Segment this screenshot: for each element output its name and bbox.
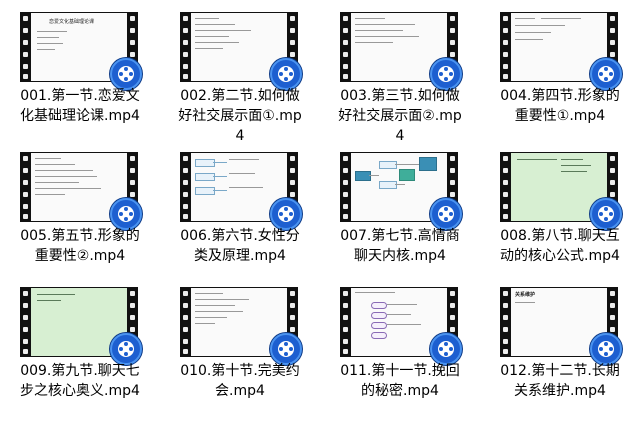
file-name: 008.第八节.聊天互动的核心公式.mp4 bbox=[500, 228, 620, 264]
video-thumbnail[interactable] bbox=[180, 12, 302, 90]
file-name: 003.第三节.如何做好社交展示面②.mp4 bbox=[338, 88, 462, 144]
file-item[interactable]: 010.第十节.完美约会.mp4 bbox=[160, 275, 320, 415]
video-thumbnail[interactable] bbox=[500, 12, 622, 90]
video-thumbnail[interactable]: 恋爱文化基础理论课 bbox=[20, 12, 142, 90]
file-item[interactable]: 002.第二节.如何做好社交展示面①.mp4 bbox=[160, 0, 320, 144]
video-thumbnail[interactable] bbox=[180, 152, 302, 230]
file-name: 005.第五节.形象的重要性②.mp4 bbox=[20, 228, 140, 264]
video-thumbnail[interactable] bbox=[20, 152, 142, 230]
file-name: 006.第六节.女性分类及原理.mp4 bbox=[180, 228, 300, 264]
file-name: 004.第四节.形象的重要性①.mp4 bbox=[500, 88, 620, 124]
file-grid: 恋爱文化基础理论课 001.第一节.恋爱文化基础理论课.mp4 002.第二节.… bbox=[0, 0, 640, 421]
file-item[interactable]: 003.第三节.如何做好社交展示面②.mp4 bbox=[320, 0, 480, 144]
file-name: 001.第一节.恋爱文化基础理论课.mp4 bbox=[20, 88, 140, 124]
video-thumbnail[interactable] bbox=[340, 287, 462, 365]
file-item[interactable]: 005.第五节.形象的重要性②.mp4 bbox=[0, 140, 160, 280]
video-thumbnail[interactable] bbox=[340, 12, 462, 90]
file-item[interactable]: 007.第七节.高情商聊天内核.mp4 bbox=[320, 140, 480, 280]
file-name: 009.第九节.聊天七步之核心奥义.mp4 bbox=[20, 363, 140, 399]
slide-title: 关系维护 bbox=[515, 292, 536, 298]
file-item[interactable]: 006.第六节.女性分类及原理.mp4 bbox=[160, 140, 320, 280]
file-name: 011.第十一节.挽回的秘密.mp4 bbox=[340, 363, 460, 399]
video-thumbnail[interactable]: 关系维护 bbox=[500, 287, 622, 365]
slide-title: 恋爱文化基础理论课 bbox=[49, 19, 95, 25]
file-item[interactable]: 004.第四节.形象的重要性①.mp4 bbox=[480, 0, 640, 140]
file-item[interactable]: 011.第十一节.挽回的秘密.mp4 bbox=[320, 275, 480, 415]
video-thumbnail[interactable] bbox=[500, 152, 622, 230]
file-item[interactable]: 009.第九节.聊天七步之核心奥义.mp4 bbox=[0, 275, 160, 415]
file-name: 007.第七节.高情商聊天内核.mp4 bbox=[340, 228, 460, 264]
file-item[interactable]: 关系维护 012.第十二节.长期关系维护.mp4 bbox=[480, 275, 640, 415]
file-item[interactable]: 恋爱文化基础理论课 001.第一节.恋爱文化基础理论课.mp4 bbox=[0, 0, 160, 140]
file-name: 012.第十二节.长期关系维护.mp4 bbox=[500, 363, 620, 399]
file-item[interactable]: 008.第八节.聊天互动的核心公式.mp4 bbox=[480, 140, 640, 280]
video-thumbnail[interactable] bbox=[180, 287, 302, 365]
file-name: 010.第十节.完美约会.mp4 bbox=[180, 363, 300, 399]
video-thumbnail[interactable] bbox=[340, 152, 462, 230]
file-name: 002.第二节.如何做好社交展示面①.mp4 bbox=[178, 88, 302, 144]
video-thumbnail[interactable] bbox=[20, 287, 142, 365]
